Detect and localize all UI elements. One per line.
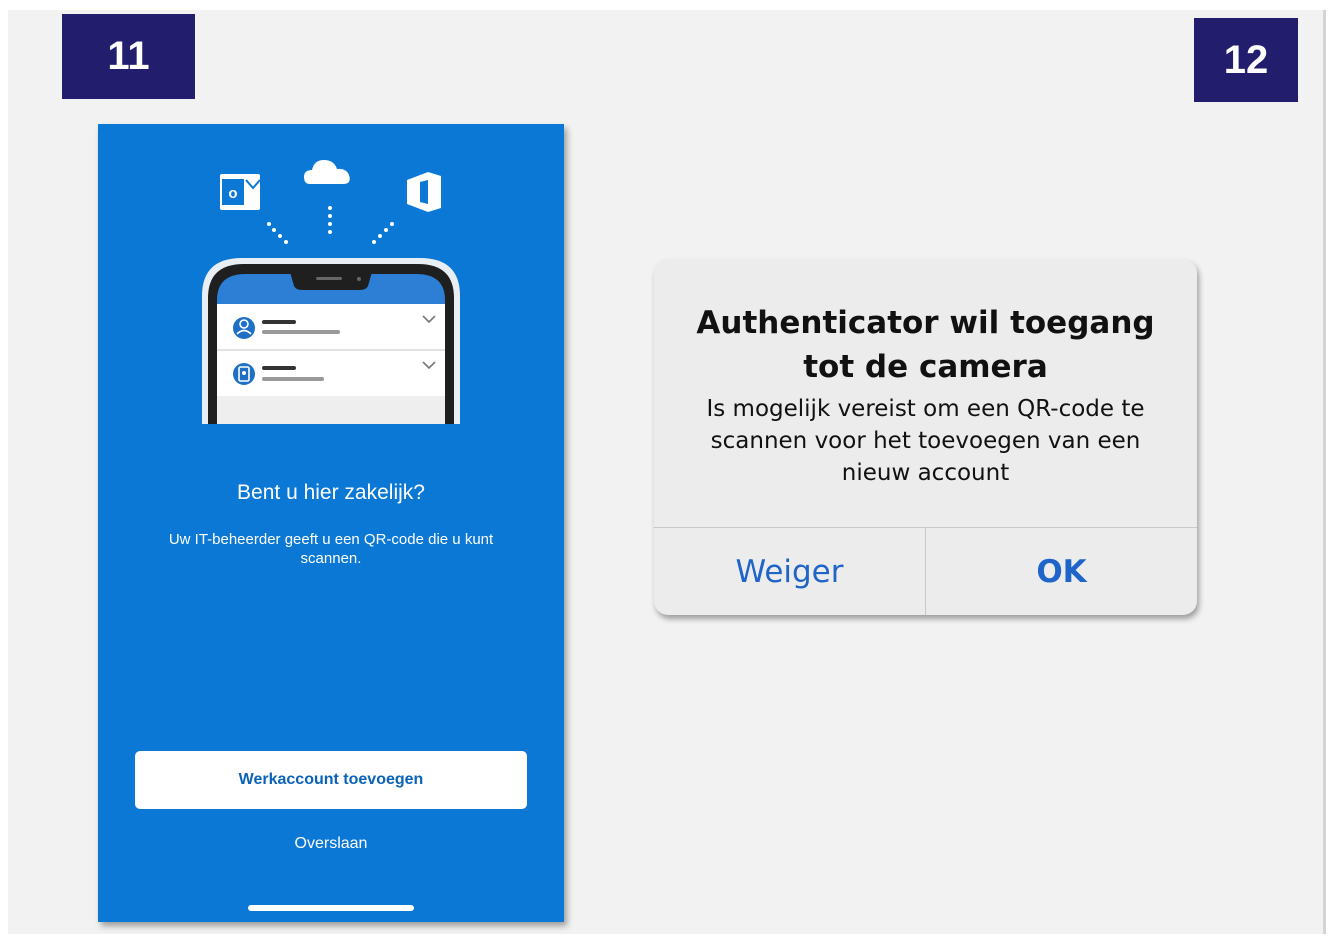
add-work-account-button[interactable]: Werkaccount toevoegen — [135, 751, 527, 809]
dialog-message: Is mogelijk vereist om een QR-code te sc… — [706, 396, 1145, 486]
step-badge-12: 12 — [1194, 18, 1298, 102]
onboarding-title: Bent u hier zakelijk? — [237, 481, 425, 504]
outlook-icon: o — [220, 174, 261, 210]
ok-button[interactable]: OK — [926, 528, 1197, 615]
home-indicator — [248, 905, 414, 911]
office-icon — [407, 172, 441, 212]
svg-text:o: o — [228, 185, 237, 202]
dialog-title: Authenticator wil toegang tot de camera — [696, 305, 1155, 385]
authenticator-onboarding-screen: o Bent u hier zakelijk? Uw IT-beheerder … — [98, 124, 564, 922]
onboarding-subtitle: Uw IT-beheerder geeft u een QR-code die … — [168, 531, 494, 567]
hero-illustration: o — [202, 160, 460, 424]
onedrive-cloud-icon — [304, 160, 350, 184]
connection-dots — [267, 206, 394, 244]
person-icon — [233, 317, 255, 339]
slide-edge — [1323, 10, 1326, 934]
skip-link[interactable]: Overslaan — [98, 835, 564, 853]
step-badge-11: 11 — [62, 14, 195, 99]
camera-permission-dialog: Authenticator wil toegang tot de camera … — [654, 259, 1197, 615]
deny-button[interactable]: Weiger — [654, 528, 925, 615]
badge-icon — [233, 363, 255, 385]
phone-illustration — [202, 258, 460, 424]
